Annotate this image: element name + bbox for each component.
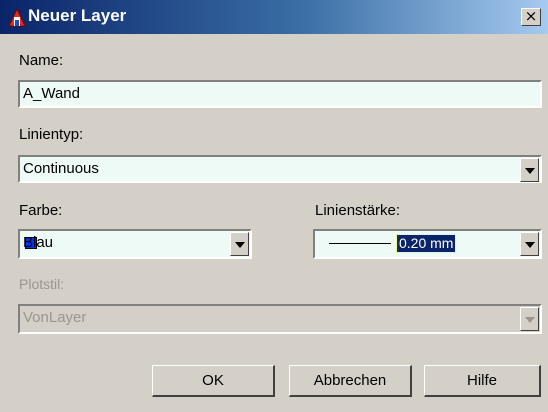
name-label: Name:	[19, 52, 64, 69]
lineweight-label: Linienstärke:	[315, 202, 401, 219]
help-button[interactable]: Hilfe	[424, 365, 541, 397]
lineweight-preview-line	[329, 243, 391, 244]
linetype-select[interactable]: Continuous	[18, 155, 542, 183]
color-select[interactable]: Blau	[18, 229, 252, 259]
color-label: Farbe:	[19, 202, 63, 219]
lineweight-select[interactable]: 0.20 mm	[313, 229, 542, 259]
linetype-value: Continuous	[23, 160, 99, 177]
name-input[interactable]: A_Wand	[18, 80, 542, 108]
chevron-down-icon	[235, 242, 245, 248]
name-value: A_Wand	[23, 85, 80, 102]
app-icon	[8, 8, 26, 27]
cancel-button[interactable]: Abbrechen	[289, 365, 412, 397]
color-dropdown-button[interactable]	[230, 232, 249, 256]
ok-button[interactable]: OK	[152, 365, 275, 397]
plotstyle-label: Plotstil:	[19, 276, 65, 292]
title-bar[interactable]: Neuer Layer ×	[0, 0, 548, 34]
window-title: Neuer Layer	[28, 6, 127, 25]
linetype-label: Linientyp:	[19, 126, 84, 143]
chevron-down-icon	[525, 242, 535, 248]
plotstyle-value: VonLayer	[23, 309, 87, 326]
linetype-dropdown-button[interactable]	[520, 158, 539, 182]
new-layer-dialog: Neuer Layer × Name: A_Wand Linientyp: Co…	[0, 0, 548, 412]
lineweight-dropdown-button[interactable]	[520, 232, 539, 256]
close-button[interactable]: ×	[521, 8, 541, 26]
plotstyle-select: VonLayer	[18, 304, 542, 334]
lineweight-value: 0.20 mm	[395, 234, 457, 253]
plotstyle-dropdown-button	[520, 307, 539, 331]
color-value: Blau	[23, 234, 54, 251]
chevron-down-icon	[525, 317, 535, 323]
chevron-down-icon	[525, 168, 535, 174]
